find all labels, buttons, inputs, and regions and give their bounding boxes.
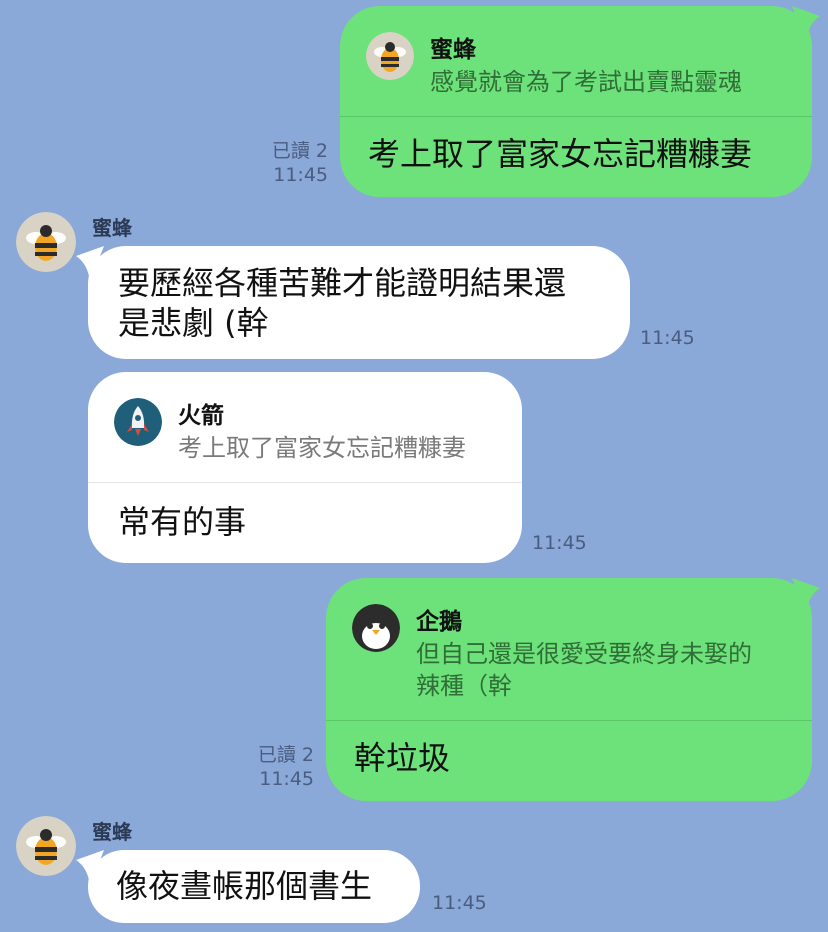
sender-name: 蜜蜂 (92, 216, 132, 240)
read-count: 已讀 2 (257, 744, 314, 766)
quote-divider (340, 116, 812, 117)
bee-icon (366, 32, 414, 80)
message-text: 常有的事 (118, 503, 247, 541)
bubble-tail-outgoing (792, 578, 820, 614)
chat-room: 已讀 2 11:45 蜜蜂 感覺就會為了考試出賣點靈魂 考上取了富家女忘記糟糠妻 (0, 0, 828, 932)
message-bubble-incoming[interactable]: 火箭 考上取了富家女忘記糟糠妻 常有的事 (88, 372, 522, 563)
bee-icon[interactable] (16, 816, 76, 876)
message-bubble-outgoing[interactable]: 蜜蜂 感覺就會為了考試出賣點靈魂 考上取了富家女忘記糟糠妻 (340, 6, 812, 197)
quote-divider (88, 482, 522, 483)
penguin-icon (352, 604, 400, 652)
message-bubble-incoming[interactable]: 像夜晝帳那個書生 (88, 850, 420, 923)
message-time: 11:45 (532, 531, 587, 555)
bubble-tail-outgoing (792, 6, 820, 42)
read-count: 已讀 2 (271, 140, 328, 162)
time-label: 11:45 (532, 532, 587, 554)
read-receipt: 已讀 2 11:45 (248, 743, 314, 791)
message-bubble-outgoing[interactable]: 企鵝 但自己還是很愛受要終身未娶的 辣種（幹 幹垃圾 (326, 578, 812, 801)
message-time: 11:45 (432, 891, 487, 915)
quote-sender-name: 企鵝 (416, 609, 462, 635)
quote-text: 考上取了富家女忘記糟糠妻 (178, 434, 466, 462)
quote-sender-name: 蜜蜂 (430, 37, 476, 63)
message-time: 11:45 (640, 326, 695, 350)
time-label: 11:45 (640, 327, 695, 349)
time-label: 11:45 (432, 892, 487, 914)
rocket-icon (114, 398, 162, 446)
bee-icon[interactable] (16, 212, 76, 272)
sender-name: 蜜蜂 (92, 820, 132, 844)
message-text: 幹垃圾 (354, 739, 451, 777)
quote-text: 感覺就會為了考試出賣點靈魂 (430, 68, 742, 96)
message-text: 像夜晝帳那個書生 (116, 867, 373, 905)
quote-sender-name: 火箭 (178, 403, 224, 429)
message-time: 11:45 (259, 768, 314, 790)
message-bubble-incoming[interactable]: 要歷經各種苦難才能證明結果還 是悲劇 (幹 (88, 246, 630, 359)
message-time: 11:45 (273, 164, 328, 186)
read-receipt: 已讀 2 11:45 (262, 139, 328, 187)
quote-text: 但自己還是很愛受要終身未娶的 辣種（幹 (416, 640, 752, 700)
message-text: 考上取了富家女忘記糟糠妻 (368, 135, 753, 173)
quote-divider (326, 720, 812, 721)
message-text: 要歷經各種苦難才能證明結果還 是悲劇 (幹 (118, 264, 567, 342)
